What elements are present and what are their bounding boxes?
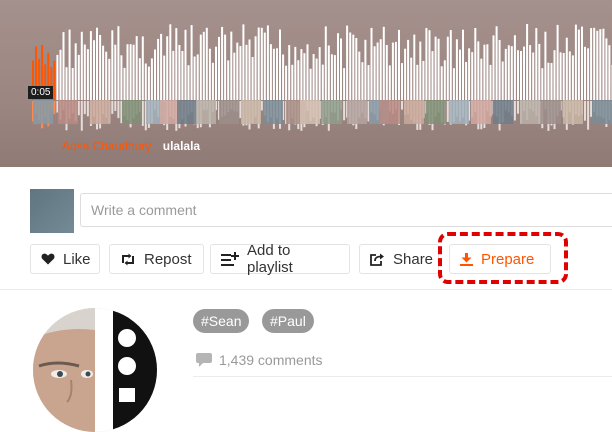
- timed-comment-text: ulalala: [163, 139, 200, 153]
- comment-avatar-thumb[interactable]: [592, 100, 612, 124]
- prepare-label: Prepare: [481, 251, 534, 268]
- share-icon: [370, 253, 385, 266]
- comments-count[interactable]: 1,439 comments: [196, 352, 323, 368]
- add-to-playlist-button[interactable]: Add to playlist: [210, 244, 350, 274]
- comment-avatar-thumb[interactable]: [347, 100, 367, 124]
- comment-avatar-thumb[interactable]: [300, 100, 320, 124]
- like-button[interactable]: Like: [30, 244, 100, 274]
- repost-button[interactable]: Repost: [109, 244, 204, 274]
- comment-avatar-thumb[interactable]: [33, 100, 53, 124]
- comment-avatar-thumb[interactable]: [263, 100, 283, 124]
- comment-avatar-thumb[interactable]: [449, 100, 469, 124]
- repost-label: Repost: [144, 251, 192, 268]
- comment-avatar-thumb[interactable]: [177, 100, 197, 124]
- divider: [0, 289, 612, 290]
- comment-avatar-thumb[interactable]: [58, 100, 78, 124]
- comment-avatar-thumb[interactable]: [426, 100, 446, 124]
- add-to-playlist-icon: [221, 252, 239, 266]
- comment-avatar-thumb[interactable]: [380, 100, 400, 124]
- comment-avatar-thumb[interactable]: [219, 100, 239, 124]
- comment-avatar-thumb[interactable]: [322, 100, 342, 124]
- comments-count-label: 1,439 comments: [219, 352, 323, 368]
- comment-avatar-thumb[interactable]: [196, 100, 216, 124]
- comment-avatar-thumb[interactable]: [122, 100, 142, 124]
- meta-divider: [193, 376, 612, 377]
- prepare-button[interactable]: Prepare: [449, 244, 551, 274]
- comment-avatar-thumb[interactable]: [90, 100, 110, 124]
- add-to-playlist-label: Add to playlist: [247, 242, 339, 276]
- uploader-avatar[interactable]: [33, 308, 157, 432]
- heart-icon: [41, 253, 55, 265]
- tag-sean[interactable]: #Sean: [193, 309, 249, 333]
- comment-avatar-thumb[interactable]: [563, 100, 583, 124]
- comment-avatars-strip[interactable]: [0, 100, 612, 124]
- comment-avatar-thumb[interactable]: [493, 100, 513, 124]
- timed-comment-user[interactable]: Aqsa Chaudhury: [62, 139, 151, 153]
- comment-avatar-thumb[interactable]: [541, 100, 561, 124]
- download-icon: [460, 253, 473, 266]
- repost-icon: [120, 253, 136, 266]
- comment-avatar-thumb[interactable]: [241, 100, 261, 124]
- timed-comment: Aqsa Chaudhury ulalala: [62, 139, 200, 153]
- my-avatar: [30, 189, 74, 233]
- comment-avatar-thumb[interactable]: [520, 100, 540, 124]
- tag-paul[interactable]: #Paul: [262, 309, 314, 333]
- share-label: Share: [393, 251, 433, 268]
- comment-input[interactable]: [80, 193, 612, 227]
- comment-icon: [196, 353, 212, 367]
- current-time: 0:05: [28, 86, 53, 99]
- like-label: Like: [63, 251, 91, 268]
- comment-avatar-thumb[interactable]: [471, 100, 491, 124]
- comment-avatar-thumb[interactable]: [404, 100, 424, 124]
- waveform-player[interactable]: 0:05 Aqsa Chaudhury ulalala: [0, 0, 612, 167]
- share-button[interactable]: Share: [359, 244, 439, 274]
